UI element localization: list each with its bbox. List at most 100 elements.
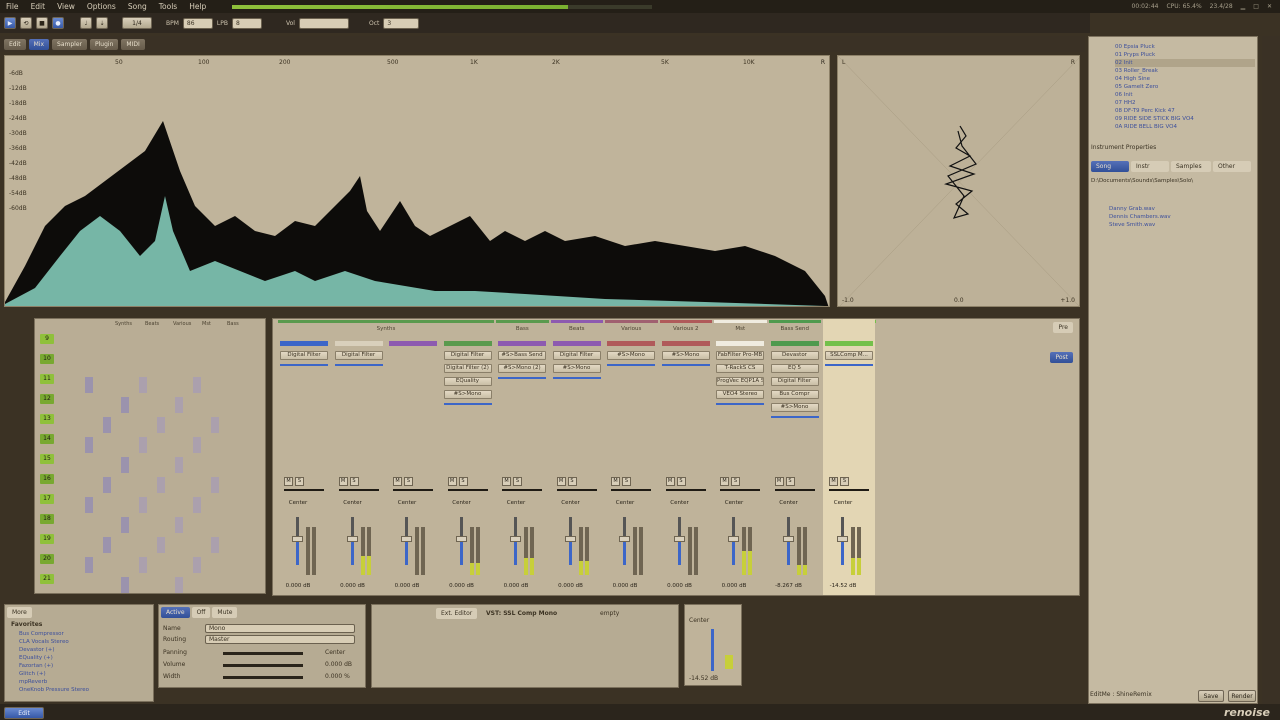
matrix-slot[interactable] xyxy=(193,437,201,453)
fader-knob[interactable] xyxy=(292,536,303,542)
device-slot[interactable]: #S>Bass Send xyxy=(498,351,546,360)
solo-button[interactable]: S xyxy=(785,477,795,486)
menu-song[interactable]: Song xyxy=(122,2,153,11)
mute-button[interactable]: M xyxy=(502,477,511,486)
mute-button[interactable]: M xyxy=(665,477,675,486)
instrument-item[interactable]: 02 Init xyxy=(1115,59,1255,67)
fader-knob[interactable] xyxy=(673,536,685,542)
favorite-item[interactable]: Glitch (+) xyxy=(19,670,89,678)
list-item[interactable]: Dennis Chambers.wav xyxy=(1109,213,1171,221)
device-slot[interactable]: Digital Filter xyxy=(280,351,328,360)
matrix-slot[interactable] xyxy=(85,437,93,453)
fader-knob[interactable] xyxy=(619,536,630,542)
minimix-fader[interactable] xyxy=(711,629,714,671)
tab-other[interactable]: Other xyxy=(1213,161,1251,172)
device-slot[interactable]: #S>Mono xyxy=(770,403,819,412)
matrix-slot[interactable] xyxy=(85,557,93,573)
pattern-row-number[interactable]: 16 xyxy=(40,474,54,484)
width-slider[interactable] xyxy=(223,676,303,679)
device-slot[interactable]: Digital Filter (2) xyxy=(443,364,492,373)
minimize-icon[interactable]: ▁ xyxy=(1241,3,1246,10)
solo-button[interactable]: S xyxy=(513,477,522,486)
preset-name[interactable]: empty xyxy=(600,610,619,617)
volume-slider[interactable] xyxy=(223,664,303,667)
instrument-item[interactable]: 09 RIDE SIDE STICK BIG VO4 xyxy=(1115,115,1255,123)
mixer-strip[interactable]: Digital Filter Digital Filter (2) EQuality… xyxy=(442,319,494,595)
fader-knob[interactable] xyxy=(346,536,358,542)
solo-button[interactable]: S xyxy=(840,477,849,486)
pattern-row-number[interactable]: 10 xyxy=(40,354,54,364)
pan-slider[interactable] xyxy=(393,489,433,491)
pan-slider[interactable] xyxy=(720,489,760,491)
pattern-row-number[interactable]: 11 xyxy=(40,374,54,384)
pre-button[interactable]: Pre xyxy=(1053,322,1073,333)
tab-samples[interactable]: Samples xyxy=(1171,161,1211,172)
matrix-slot[interactable] xyxy=(193,557,201,573)
sample-path[interactable]: D:\Documents\Sounds\Samples\Solo\ xyxy=(1091,177,1193,185)
matrix-slot[interactable] xyxy=(211,477,219,493)
fader-knob[interactable] xyxy=(728,536,739,542)
solo-button[interactable]: S xyxy=(676,477,686,486)
matrix-slot[interactable] xyxy=(103,417,111,433)
pattern-length-field[interactable]: 1/4 xyxy=(122,17,152,29)
volume-field[interactable] xyxy=(298,17,349,29)
menu-file[interactable]: File xyxy=(0,2,25,11)
pan-slider[interactable] xyxy=(338,489,379,491)
pan-slider[interactable] xyxy=(774,489,815,491)
tab-midi[interactable]: MIDI xyxy=(121,38,145,50)
matrix-slot[interactable] xyxy=(175,577,183,593)
tab-sampler[interactable]: Sampler xyxy=(52,38,87,50)
matrix-slot[interactable] xyxy=(175,517,183,533)
lpb-field[interactable]: 8 xyxy=(232,17,262,29)
device-slot[interactable]: SSLComp M... xyxy=(825,351,873,360)
mute-button[interactable]: M xyxy=(720,477,729,486)
list-item[interactable]: Steve Smith.wav xyxy=(1109,221,1171,229)
tab-song[interactable]: Song xyxy=(1091,161,1129,172)
device-slot[interactable]: Bus Compr xyxy=(770,390,819,399)
render-button[interactable]: Render xyxy=(1228,690,1256,702)
follow-icon[interactable]: ⇣ xyxy=(96,17,108,29)
pattern-row-number[interactable]: 17 xyxy=(40,494,54,504)
pattern-row-number[interactable]: 21 xyxy=(40,574,54,584)
menu-options[interactable]: Options xyxy=(81,2,122,11)
metronome-icon[interactable]: ♩ xyxy=(80,17,92,29)
device-slot[interactable]: VEO4 Stereo xyxy=(716,390,764,399)
instrument-item[interactable]: 03 Roller_Break xyxy=(1115,67,1255,75)
mute-button[interactable]: M xyxy=(338,477,348,486)
matrix-slot[interactable] xyxy=(211,417,219,433)
instrument-item[interactable]: 08 DF-T9 Perc Kick 47 xyxy=(1115,107,1255,115)
favorite-item[interactable]: CLA Vocals Stereo xyxy=(19,638,89,646)
mute-button[interactable]: M xyxy=(556,477,566,486)
track-active-button[interactable]: Active xyxy=(161,607,190,618)
pan-slider[interactable] xyxy=(447,489,488,491)
pattern-row-number[interactable]: 15 xyxy=(40,454,54,464)
fader-knob[interactable] xyxy=(782,536,794,542)
stop-icon[interactable]: ■ xyxy=(36,17,48,29)
more-button[interactable]: More xyxy=(7,607,32,618)
device-slot[interactable]: EQuality xyxy=(443,377,492,386)
maximize-icon[interactable]: □ xyxy=(1253,3,1259,10)
favorite-item[interactable]: Fazortan (+) xyxy=(19,662,89,670)
tab-mix[interactable]: Mix xyxy=(28,38,50,50)
mixer-strip[interactable]: Digital Filter M S Center 0.000 dB xyxy=(278,319,330,595)
pattern-row-number[interactable]: 12 xyxy=(40,394,54,404)
mixer-strip[interactable]: Digital Filter M S Center 0.000 dB xyxy=(333,319,385,595)
menu-view[interactable]: View xyxy=(51,2,81,11)
mixer-strip[interactable]: M S Center 0.000 dB xyxy=(387,319,439,595)
device-slot[interactable]: Devastor xyxy=(770,351,819,360)
pan-slider[interactable] xyxy=(284,489,324,491)
instrument-item[interactable]: 05 Gamelt Zero xyxy=(1115,83,1255,91)
favorite-item[interactable]: Devastor (+) xyxy=(19,646,89,654)
name-field[interactable]: Mono xyxy=(205,624,355,633)
tab-plugin[interactable]: Plugin xyxy=(90,38,119,50)
matrix-slot[interactable] xyxy=(193,377,201,393)
instrument-item[interactable]: 0A RIDE BELL BIG VO4 xyxy=(1115,123,1255,131)
matrix-slot[interactable] xyxy=(157,417,165,433)
pattern-row-number[interactable]: 14 xyxy=(40,434,54,444)
pattern-row-number[interactable]: 19 xyxy=(40,534,54,544)
track-off-button[interactable]: Off xyxy=(191,607,211,618)
favorite-item[interactable]: EQuality (+) xyxy=(19,654,89,662)
device-slot[interactable]: #S>Mono xyxy=(552,364,601,373)
device-slot[interactable]: #S>Mono (2) xyxy=(498,364,546,373)
matrix-slot[interactable] xyxy=(175,397,183,413)
